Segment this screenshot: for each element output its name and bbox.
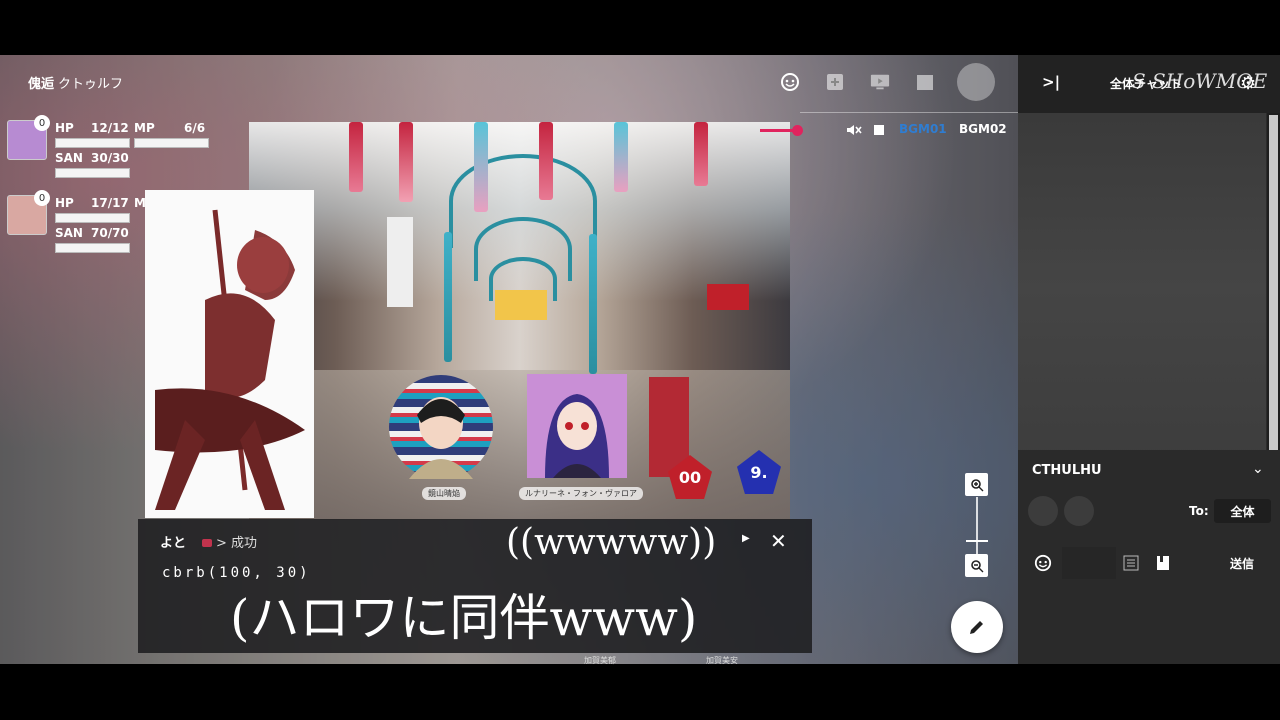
character-portrait-icon xyxy=(545,394,609,478)
san-value: 30/30 xyxy=(91,151,129,165)
next-arrow-icon[interactable]: ▶ xyxy=(742,533,750,544)
mp-label: MP xyxy=(134,121,155,135)
dice-result-text: > 成功 xyxy=(216,536,258,551)
chat-name-input[interactable] xyxy=(1062,547,1116,579)
user-avatar[interactable] xyxy=(957,63,995,101)
san-value: 70/70 xyxy=(91,226,129,240)
tab-bgm01[interactable]: BGM01 xyxy=(899,122,947,136)
screen-icon[interactable] xyxy=(870,72,890,92)
collapse-sidebar-icon[interactable]: >| xyxy=(1042,73,1060,91)
to-select-button[interactable]: 全体 xyxy=(1214,499,1271,523)
room-title: 傀逅 クトゥルフ xyxy=(28,73,123,92)
room-name: 傀逅 xyxy=(28,77,55,92)
hp-label: HP xyxy=(55,121,74,135)
character-portrait-icon xyxy=(409,397,473,479)
pencil-icon xyxy=(970,621,983,634)
hp-bar xyxy=(55,138,130,148)
token-lunarine[interactable] xyxy=(527,374,627,478)
dice-system-name[interactable]: CTHULHU xyxy=(1032,463,1102,478)
chat-log[interactable] xyxy=(1018,113,1266,501)
scene-streamer xyxy=(589,234,597,374)
shop-sign xyxy=(387,217,413,307)
scene-streamer xyxy=(614,122,628,192)
speaker-name: よと xyxy=(160,536,187,551)
edit-fab-button[interactable] xyxy=(951,601,1003,653)
dice-result: > 成功 xyxy=(202,532,257,551)
san-bar xyxy=(55,168,130,178)
zoom-out-icon xyxy=(970,559,983,572)
hidden-token-label: 加賀美安 xyxy=(706,656,738,665)
to-label: To: xyxy=(1189,504,1209,518)
chevron-down-icon[interactable]: ⌄ xyxy=(1252,461,1264,477)
dice-icon xyxy=(202,539,212,547)
zoom-out-button[interactable] xyxy=(965,554,988,577)
subtitle-line-2: (ハロワに同伴www) xyxy=(230,589,698,647)
scene-streamer xyxy=(474,122,488,212)
hp-label: HP xyxy=(55,196,74,210)
face-icon[interactable] xyxy=(1034,554,1052,572)
stop-icon[interactable] xyxy=(874,125,884,135)
mp-bar xyxy=(134,138,209,148)
clapperboard-icon[interactable] xyxy=(915,72,935,92)
chat-scrollbar-thumb[interactable] xyxy=(1269,115,1278,495)
face-icon[interactable] xyxy=(780,72,800,92)
add-panel-icon[interactable] xyxy=(825,72,845,92)
scene-streamer xyxy=(349,122,363,192)
note-icon[interactable] xyxy=(1154,554,1172,572)
mp-label: M xyxy=(134,196,146,210)
ninja-standee[interactable] xyxy=(145,190,314,518)
hidden-token-label: 加賀美郁 xyxy=(584,656,616,665)
list-icon[interactable] xyxy=(1122,554,1140,572)
chat-sidebar: >| 全体チャット S SHoWMOE ⚙ CTHULHU ⌄ To: 全体 送… xyxy=(1018,55,1280,664)
zoom-slider-track[interactable] xyxy=(976,497,978,557)
initiative-badge: 0 xyxy=(34,190,50,206)
mp-value: 6/6 xyxy=(184,121,206,135)
letterbox-top xyxy=(0,0,1280,55)
swap-icon[interactable] xyxy=(1064,496,1094,526)
scene-image: 鏡山晴焔 ルナリーネ・フォン・ヴァロア xyxy=(249,122,790,520)
toolbar-divider xyxy=(800,112,1018,113)
scene-streamer xyxy=(399,122,413,202)
shop-sign xyxy=(495,290,547,320)
scene-streamer xyxy=(694,122,708,186)
zoom-in-icon xyxy=(970,478,983,491)
letterbox-bottom xyxy=(0,664,1280,720)
tab-bgm02[interactable]: BGM02 xyxy=(959,122,1007,136)
zoom-slider-handle[interactable] xyxy=(966,540,988,542)
mute-icon[interactable] xyxy=(845,121,863,139)
token-name-label: ルナリーネ・フォン・ヴァロア xyxy=(519,487,643,500)
subtitle-line-1: ((wwwww)) xyxy=(506,522,717,563)
san-label: SAN xyxy=(55,151,83,165)
dice-bot-icon[interactable] xyxy=(1028,496,1058,526)
hp-value: 12/12 xyxy=(91,121,129,135)
san-label: SAN xyxy=(55,226,83,240)
scene-streamer xyxy=(539,122,553,200)
hp-bar xyxy=(55,213,130,223)
ninja-figure-icon xyxy=(155,209,305,510)
san-bar xyxy=(55,243,130,253)
token-kyouyama[interactable] xyxy=(389,375,493,479)
send-button[interactable]: 送信 xyxy=(1230,555,1254,572)
hp-value: 17/17 xyxy=(91,196,129,210)
room-system: クトゥルフ xyxy=(58,77,124,92)
shop-sign xyxy=(707,284,749,310)
volume-slider-knob[interactable] xyxy=(792,125,803,136)
zoom-in-button[interactable] xyxy=(965,473,988,496)
close-icon[interactable]: ✕ xyxy=(770,529,787,553)
initiative-badge: 0 xyxy=(34,115,50,131)
gear-icon[interactable]: ⚙ xyxy=(1240,73,1256,94)
scene-streamer xyxy=(444,232,452,362)
token-name-label: 鏡山晴焔 xyxy=(422,487,466,500)
